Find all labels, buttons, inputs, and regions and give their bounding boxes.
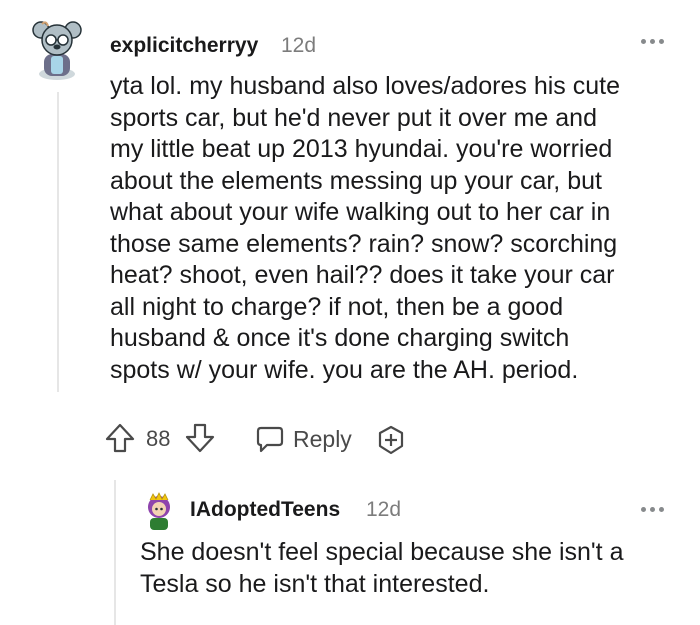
speech-bubble-icon [256,426,284,453]
upvote-button[interactable] [104,422,136,454]
koala-avatar-icon[interactable] [32,16,82,80]
award-plus-icon [378,425,404,455]
reply-age: 12d [366,498,402,521]
thread-line[interactable] [57,92,59,392]
comment-author[interactable]: explicitcherryy [110,34,258,58]
reply-comment: IAdoptedTeens 12d She doesn't feel speci… [114,480,700,625]
more-options-icon[interactable] [641,36,667,46]
reply-body: She doesn't feel special because she isn… [140,538,624,598]
comment-body: yta lol. my husband also loves/adores hi… [110,72,620,384]
upvote-arrow-icon [105,423,135,453]
vote-score: 88 [146,426,171,451]
downvote-arrow-icon [185,423,215,453]
award-button[interactable] [375,424,407,456]
downvote-button[interactable] [184,422,216,454]
more-options-icon[interactable] [641,504,667,514]
comment-actions: 88 Reply [100,418,430,458]
reply-author[interactable]: IAdoptedTeens [190,498,340,522]
reply-label: Reply [293,425,352,452]
comment-age: 12d [281,34,317,57]
purple-hair-avatar-icon[interactable] [144,492,174,532]
reply-button[interactable]: Reply [255,422,352,456]
reply-thread-line[interactable] [114,480,116,625]
